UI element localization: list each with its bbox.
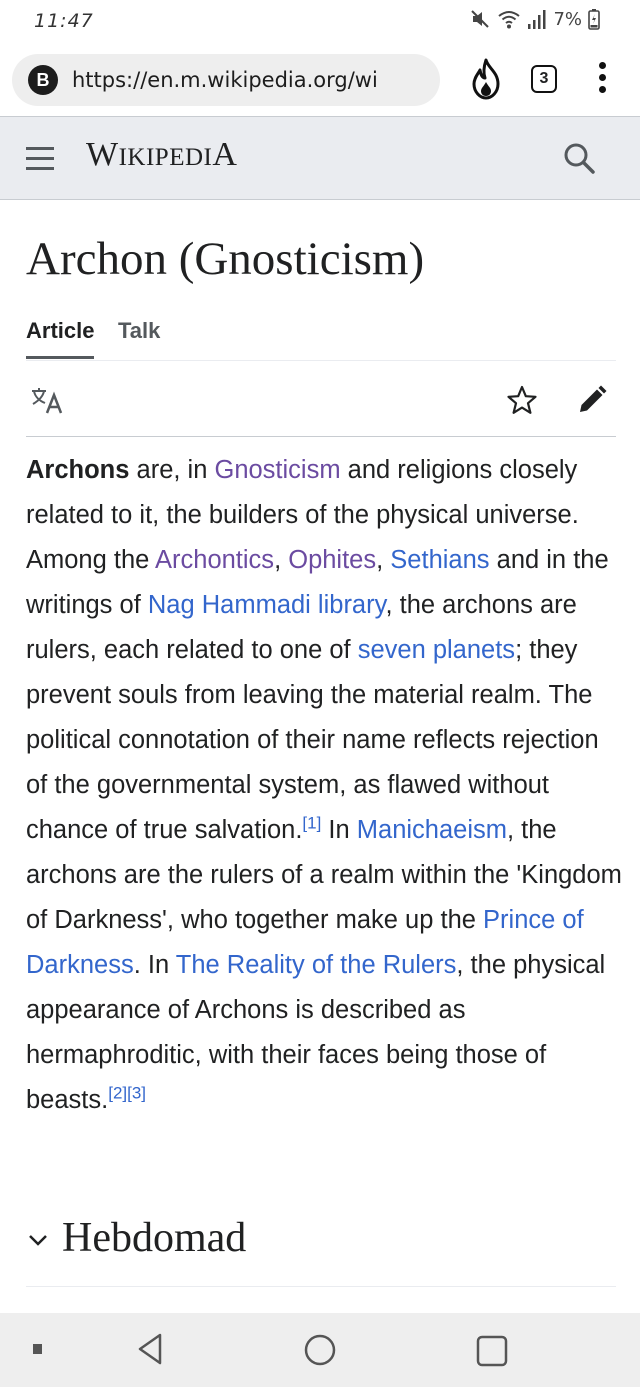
search-icon[interactable] bbox=[562, 141, 596, 180]
wordmark-first: W bbox=[86, 136, 119, 173]
citation-link[interactable]: [1] bbox=[302, 814, 321, 833]
star-icon[interactable] bbox=[506, 384, 538, 421]
body-text: , bbox=[376, 546, 391, 574]
citation-link[interactable]: [2] bbox=[108, 1084, 127, 1103]
body-text: , bbox=[274, 546, 289, 574]
body-text: In bbox=[321, 816, 357, 844]
battery-icon bbox=[588, 8, 600, 30]
article-link[interactable]: Ophites bbox=[288, 546, 376, 574]
body-text: are, in bbox=[129, 456, 215, 484]
namespace-tabs: Article Talk bbox=[26, 318, 616, 361]
home-icon[interactable] bbox=[303, 1333, 337, 1372]
article-link[interactable]: seven planets bbox=[358, 636, 515, 664]
browser-menu-button[interactable] bbox=[596, 62, 608, 98]
article-link[interactable]: Nag Hammadi library bbox=[148, 591, 386, 619]
status-icons: 7% bbox=[469, 8, 600, 30]
article-link[interactable]: Archontics bbox=[155, 546, 274, 574]
pencil-icon[interactable] bbox=[576, 384, 608, 421]
chevron-down-icon[interactable] bbox=[26, 1228, 50, 1257]
wikipedia-wordmark[interactable]: WIKIPEDIA bbox=[86, 136, 237, 174]
tab-article[interactable]: Article bbox=[26, 318, 95, 359]
citation: [3] bbox=[127, 1084, 146, 1103]
citation-link[interactable]: [3] bbox=[127, 1084, 146, 1103]
browser-toolbar: B https://en.m.wikipedia.org/wi 3 bbox=[0, 44, 640, 116]
citation: [1] bbox=[302, 814, 321, 833]
system-nav-bar bbox=[0, 1313, 640, 1387]
article-link[interactable]: The Reality of the Rulers bbox=[176, 951, 457, 979]
mute-icon bbox=[469, 8, 491, 30]
tab-switcher-button[interactable]: 3 bbox=[531, 65, 557, 93]
wordmark-rest: IKIPEDI bbox=[118, 144, 213, 171]
citation: [2] bbox=[108, 1084, 127, 1103]
lead-paragraph: Archons are, in Gnosticism and religions… bbox=[26, 448, 626, 1123]
address-bar[interactable]: B https://en.m.wikipedia.org/wi bbox=[12, 54, 440, 106]
menu-icon[interactable] bbox=[26, 147, 54, 170]
fire-icon[interactable] bbox=[468, 58, 504, 105]
status-bar: 11:47 7% bbox=[0, 0, 640, 44]
bold-term: Archons bbox=[26, 456, 130, 484]
battery-percent: 7% bbox=[553, 8, 582, 30]
nav-indicator bbox=[33, 1344, 42, 1354]
wifi-icon bbox=[497, 8, 521, 30]
wiki-header: WIKIPEDIA bbox=[0, 116, 640, 200]
page-actions bbox=[26, 360, 616, 437]
language-icon[interactable] bbox=[30, 386, 70, 421]
article-body: Archons are, in Gnosticism and religions… bbox=[26, 448, 626, 1123]
recents-icon[interactable] bbox=[476, 1335, 508, 1372]
tab-talk[interactable]: Talk bbox=[118, 318, 160, 344]
body-text: . In bbox=[133, 951, 176, 979]
status-time: 11:47 bbox=[34, 10, 94, 32]
article-link[interactable]: Gnosticism bbox=[214, 456, 340, 484]
page-title: Archon (Gnosticism) bbox=[26, 233, 425, 285]
url-text[interactable]: https://en.m.wikipedia.org/wi bbox=[72, 68, 432, 92]
article-link[interactable]: Sethians bbox=[390, 546, 489, 574]
wordmark-last: A bbox=[212, 136, 238, 173]
back-icon[interactable] bbox=[134, 1331, 166, 1372]
section-hebdomad[interactable]: Hebdomad bbox=[26, 1208, 616, 1287]
site-badge-icon: B bbox=[28, 65, 58, 95]
article-link[interactable]: Manichaeism bbox=[357, 816, 507, 844]
section-heading[interactable]: Hebdomad bbox=[62, 1214, 246, 1262]
signal-icon bbox=[527, 8, 547, 30]
